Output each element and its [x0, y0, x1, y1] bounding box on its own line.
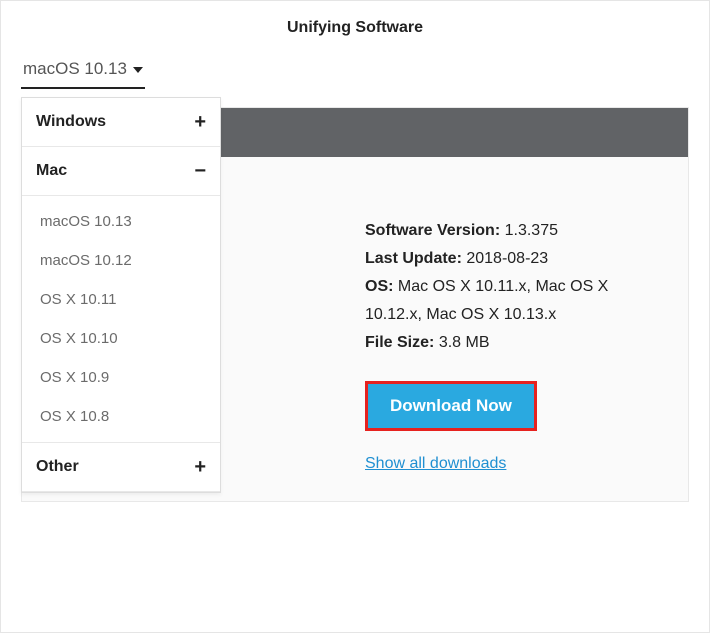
os-selector-row: macOS 10.13 — [1, 51, 709, 89]
dropdown-group-other-label: Other — [36, 458, 79, 476]
meta-os-value: Mac OS X 10.11.x, Mac OS X 10.12.x, Mac … — [365, 278, 608, 323]
os-selector-dropdown[interactable]: macOS 10.13 — [21, 53, 145, 89]
plus-icon: + — [194, 457, 206, 477]
show-all-downloads-link[interactable]: Show all downloads — [365, 455, 506, 473]
caret-down-icon — [133, 67, 143, 73]
os-dropdown-menu: Windows + Mac − macOS 10.13 macOS 10.12 … — [21, 97, 221, 493]
right-column: Software Version: 1.3.375 Last Update: 2… — [365, 217, 660, 473]
minus-icon: − — [194, 161, 206, 181]
meta-os: OS: Mac OS X 10.11.x, Mac OS X 10.12.x, … — [365, 273, 660, 329]
meta-update: Last Update: 2018-08-23 — [365, 245, 660, 273]
dropdown-item-osx-10-9[interactable]: OS X 10.9 — [22, 358, 220, 397]
dropdown-item-osx-10-10[interactable]: OS X 10.10 — [22, 319, 220, 358]
meta-size: File Size: 3.8 MB — [365, 329, 660, 357]
meta-update-label: Last Update: — [365, 250, 462, 267]
dropdown-item-osx-10-8[interactable]: OS X 10.8 — [22, 397, 220, 436]
meta-size-value: 3.8 MB — [439, 334, 490, 351]
meta-version-value: 1.3.375 — [505, 222, 558, 239]
page-container: Unifying Software macOS 10.13 g Software… — [0, 0, 710, 633]
dropdown-item-osx-10-11[interactable]: OS X 10.11 — [22, 280, 220, 319]
meta-os-label: OS: — [365, 278, 393, 295]
dropdown-group-mac-label: Mac — [36, 162, 67, 180]
meta-size-label: File Size: — [365, 334, 434, 351]
page-title: Unifying Software — [1, 1, 709, 51]
dropdown-item-macos-10-12[interactable]: macOS 10.12 — [22, 241, 220, 280]
dropdown-item-macos-10-13[interactable]: macOS 10.13 — [22, 202, 220, 241]
dropdown-group-windows-label: Windows — [36, 113, 106, 131]
meta-version: Software Version: 1.3.375 — [365, 217, 660, 245]
download-button[interactable]: Download Now — [365, 381, 537, 431]
plus-icon: + — [194, 112, 206, 132]
os-selector-label: macOS 10.13 — [23, 59, 127, 79]
meta-version-label: Software Version: — [365, 222, 500, 239]
meta-update-value: 2018-08-23 — [466, 250, 548, 267]
dropdown-group-windows[interactable]: Windows + — [22, 98, 220, 147]
dropdown-group-mac[interactable]: Mac − — [22, 147, 220, 196]
dropdown-group-other[interactable]: Other + — [22, 443, 220, 492]
dropdown-mac-items: macOS 10.13 macOS 10.12 OS X 10.11 OS X … — [22, 196, 220, 443]
